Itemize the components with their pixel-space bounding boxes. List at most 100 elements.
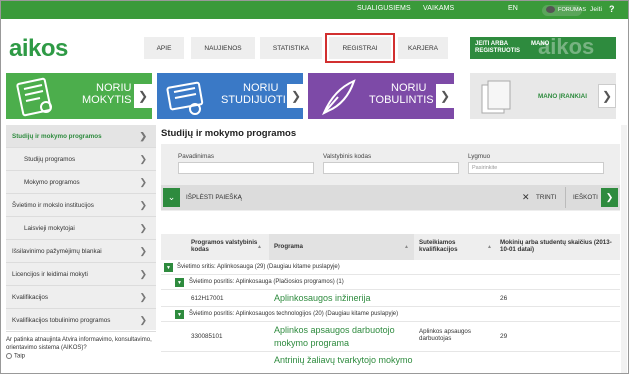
tile-tobulintis-line1: NORIU [391,82,427,94]
col-code-header[interactable]: Programos valstybinis kodas [191,239,263,253]
mano-label: MANO [531,41,550,47]
row-qualification: Aplinkos apsaugos darbuotojas [419,328,471,342]
sidebar-item-licenses[interactable]: Licencijos ir leidimai mokyti ❯ [6,263,156,286]
collapse-icon[interactable]: ▼ [175,310,184,319]
chevron-right-icon: ❯ [139,269,147,279]
sidebar-item-training-programs[interactable]: Mokymo programos ❯ [6,171,156,194]
sidebar-item-certificate-forms[interactable]: Išsilavinimo pažymėjimų blankai ❯ [6,240,156,263]
tile-mano-irankiai-label: MANO ĮRANKIAI [538,93,587,100]
login-link[interactable]: Jeiti [590,6,602,13]
survey-option-label: Taip [14,353,26,360]
tile-mano-irankiai[interactable]: MANO ĮRANKIAI ❯ [470,73,616,119]
register-button[interactable]: aikos JEITI ARBA REGISTRUOTIS MANO [470,34,616,59]
sort-icon[interactable]: ▲ [404,244,409,250]
row-students: 29 [500,333,508,340]
collapse-icon[interactable]: ▼ [175,278,184,287]
link-language[interactable]: EN [508,5,518,12]
close-icon[interactable]: ✕ [522,192,530,203]
sidebar-item-label: Studijų programos [24,155,76,163]
sidebar-item-improvement-programs[interactable]: Kvalifikacijos tobulinimo programos ❯ [6,309,156,332]
code-filter-input[interactable] [323,162,459,174]
link-adults[interactable]: SUALIGUSIEMS [357,5,411,12]
sidebar-item-programs[interactable]: Studijų ir mokymo programos ❯ [6,125,156,148]
row-program-link[interactable]: Aplinkos apsaugos darbuotojo mokymo prog… [274,324,414,350]
expand-search-toggle[interactable]: ⌄ [163,188,180,207]
sidebar-item-qualifications[interactable]: Kvalifikacijos ❯ [6,286,156,309]
sort-icon[interactable]: ▲ [257,244,262,250]
sidebar-item-label: Kvalifikacijos tobulinimo programos [12,316,111,324]
group-subarea-label: Švietimo posritis: Aplinkosauga (Plačios… [189,279,344,285]
chevron-right-icon: ❯ [139,292,147,302]
nav-naujienos[interactable]: NAUJIENOS [191,37,255,59]
quill-icon [322,79,356,116]
link-kids[interactable]: VAIKAMS [423,5,454,12]
nav-statistika[interactable]: STATISTIKA [260,37,322,59]
chevron-right-icon: ❯ [134,84,152,108]
group-row-area[interactable]: ▼ Švietimo sritis: Aplinkosauga (29) (Da… [161,260,620,275]
tile-studijuoti-line2: STUDIJUOTI [221,94,286,106]
forum-label[interactable]: FORUMAS [558,7,586,13]
sidebar-item-label: Laisvieji mokytojai [24,224,75,232]
survey: Ar patinka atnaujinta Atvira informavimo… [6,337,156,361]
chat-bubble-icon [546,6,555,13]
chevron-right-icon: ❯ [139,315,147,325]
chevron-right-icon: ❯ [139,154,147,164]
diploma-icon [166,81,204,115]
group-subarea-label: Švietimo posritis: Aplinkosaugos technol… [189,311,399,317]
chevron-right-icon: ❯ [139,177,147,187]
level-filter-select[interactable]: Pasirinkite [468,162,604,174]
nav-karjera[interactable]: KARJERA [398,37,448,59]
sidebar-item-label: Mokymo programos [24,178,80,186]
table-row[interactable]: 612H17001 Aplinkosaugos inžinerija 26 [161,290,620,307]
tile-noriu-studijuoti[interactable]: NORIU STUDIJUOTI ❯ [157,73,305,119]
expand-search-label[interactable]: IŠPLĖSTI PAIEŠKĄ [186,194,242,201]
sidebar: Studijų ir mokymo programos ❯ Studijų pr… [6,125,156,332]
sidebar-item-label: Išsilavinimo pažymėjimų blankai [12,247,102,255]
sidebar-item-label: Kvalifikacijos [12,293,49,301]
col-qualification-header[interactable]: Suteikiamos kvalifikacijos [419,239,489,253]
group-row-subarea[interactable]: ▼ Švietimo posritis: Aplinkosaugos techn… [161,307,620,322]
row-students: 26 [500,295,508,302]
chevron-right-icon: ❯ [287,84,305,108]
tile-tobulintis-line2: TOBULINTIS [369,94,434,106]
page: SUALIGUSIEMS VAIKAMS EN FORUMAS Jeiti ? … [0,0,629,374]
chevron-right-icon: ❯ [139,223,147,233]
nav-apie[interactable]: APIE [144,37,184,59]
table-row[interactable]: Antrinių žaliavų tvarkytojo mokymo [161,352,620,373]
help-icon[interactable]: ? [609,4,615,14]
top-bar: SUALIGUSIEMS VAIKAMS EN FORUMAS Jeiti ? [1,1,628,19]
group-row-subarea[interactable]: ▼ Švietimo posritis: Aplinkosauga (Plači… [161,275,620,290]
divider [565,187,566,208]
chevron-right-icon: ❯ [139,200,147,210]
survey-radio-yes[interactable] [6,353,12,359]
chevron-right-icon: ❯ [139,131,147,141]
tile-noriu-tobulintis[interactable]: NORIU TOBULINTIS ❯ [308,73,454,119]
row-code: 612H17001 [191,295,224,302]
survey-question: Ar patinka atnaujinta Atvira informavimo… [6,337,152,351]
sidebar-item-label: Licencijos ir leidimai mokyti [12,270,88,278]
tile-mokytis-line1: NORIU [96,82,132,94]
row-program-link[interactable]: Antrinių žaliavų tvarkytojo mokymo [274,354,424,367]
aikos-logo[interactable]: aikos [9,35,68,63]
clear-button[interactable]: TRINTI [536,194,556,201]
collapse-icon[interactable]: ▼ [164,263,173,272]
sidebar-item-free-teachers[interactable]: Laisvieji mokytojai ❯ [6,217,156,240]
sidebar-item-study-programs[interactable]: Studijų programos ❯ [6,148,156,171]
code-filter-label: Valstybinis kodas [323,153,372,160]
scrollbar[interactable] [621,125,627,373]
search-arrow-button[interactable]: ❯ [601,188,618,207]
sidebar-item-institutions[interactable]: Švietimo ir mokslo institucijos ❯ [6,194,156,217]
name-filter-input[interactable] [178,162,314,174]
col-program-header[interactable]: Programa [274,243,303,250]
sort-icon[interactable]: ▲ [487,244,492,250]
sidebar-item-label: Švietimo ir mokslo institucijos [12,201,94,209]
search-button[interactable]: IEŠKOTI [573,194,598,201]
tile-mokytis-line2: MOKYTIS [82,94,132,106]
tile-noriu-mokytis[interactable]: NORIU MOKYTIS ❯ [6,73,152,119]
col-students-header[interactable]: Mokinių arba studentų skaičius (2013-10-… [500,239,615,253]
table-row[interactable]: 330085101 Aplinkos apsaugos darbuotojo m… [161,322,620,352]
nav-registrai[interactable]: REGISTRAI [325,33,395,63]
register-label-line1: JEITI ARBA [475,41,509,47]
chevron-right-icon: ❯ [598,84,616,108]
row-program-link[interactable]: Aplinkosaugos inžinerija [274,292,371,305]
